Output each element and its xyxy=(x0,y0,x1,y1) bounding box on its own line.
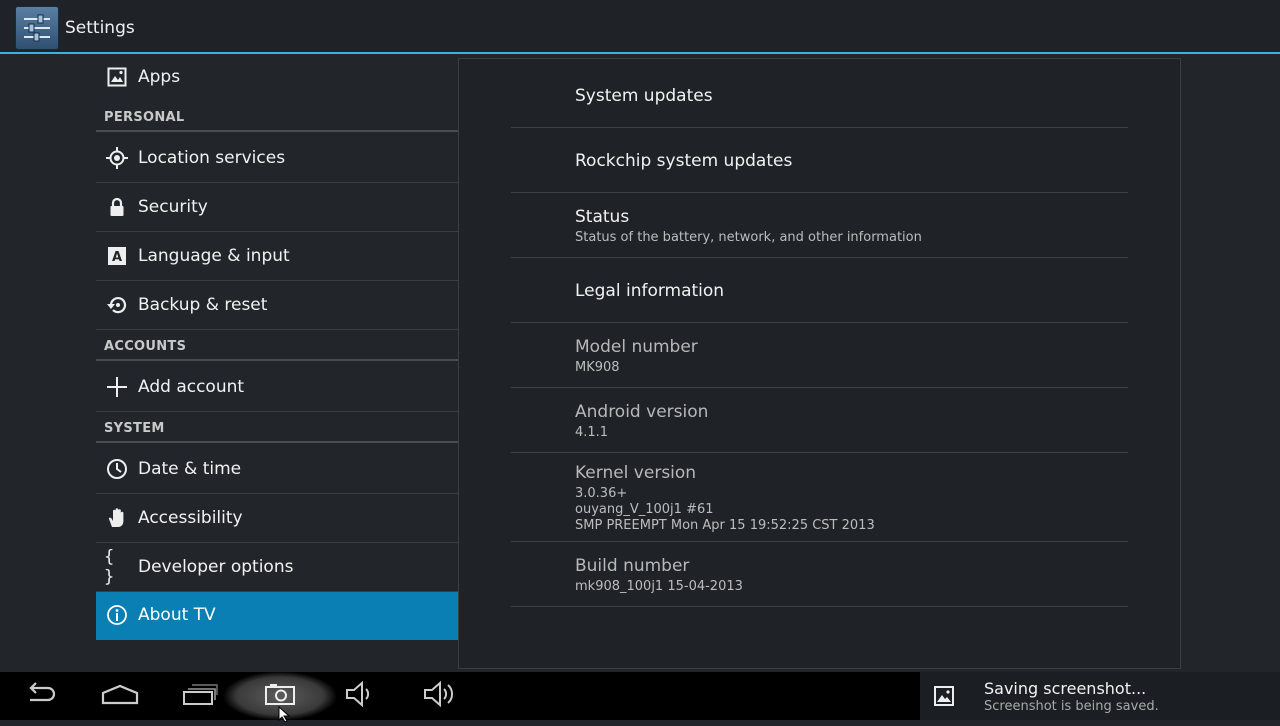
pref-title: Build number xyxy=(575,556,690,576)
sidebar-item-label: Developer options xyxy=(138,557,294,577)
volume-down-icon xyxy=(344,680,376,712)
sidebar-item-label: Date & time xyxy=(138,459,242,479)
volume-up-icon xyxy=(422,680,458,712)
clock-icon xyxy=(106,458,128,480)
info-icon xyxy=(106,604,128,626)
sidebar-item-developer-options[interactable]: { } Developer options xyxy=(96,544,458,592)
sidebar-item-date-time[interactable]: Date & time xyxy=(96,446,458,494)
sidebar-item-label: Language & input xyxy=(138,246,290,266)
screenshot-notification[interactable]: Saving screenshot... Screenshot is being… xyxy=(920,672,1280,720)
sidebar-item-location-services[interactable]: Location services xyxy=(96,135,458,183)
sidebar-item-security[interactable]: Security xyxy=(96,184,458,232)
svg-text:A: A xyxy=(112,250,122,265)
pref-kernel-version: Kernel version 3.0.36+ ouyang_V_100j1 #6… xyxy=(511,453,1128,542)
pref-title: System updates xyxy=(575,86,713,106)
settings-sliders-icon[interactable] xyxy=(15,6,59,50)
sidebar-item-label: Apps xyxy=(138,67,181,87)
page-title: Settings xyxy=(65,18,135,38)
pref-build-number[interactable]: Build number mk908_100j1 15-04-2013 xyxy=(511,542,1128,607)
section-header-accounts: ACCOUNTS xyxy=(96,336,458,361)
pref-rockchip-system-updates[interactable]: Rockchip system updates xyxy=(511,128,1128,193)
sidebar-item-backup-reset[interactable]: Backup & reset xyxy=(96,282,458,330)
pref-system-updates[interactable]: System updates xyxy=(511,63,1128,128)
pref-title: Rockchip system updates xyxy=(575,151,793,171)
back-button[interactable] xyxy=(10,672,70,720)
pref-title: Model number xyxy=(575,337,698,357)
volume-down-button[interactable] xyxy=(330,672,390,720)
pref-summary-line: ouyang_V_100j1 #61 xyxy=(575,502,714,517)
pref-summary-line: SMP PREEMPT Mon Apr 15 19:52:25 CST 2013 xyxy=(575,518,875,533)
pref-android-version[interactable]: Android version 4.1.1 xyxy=(511,388,1128,453)
pref-status[interactable]: Status Status of the battery, network, a… xyxy=(511,193,1128,258)
sidebar-item-apps[interactable]: Apps xyxy=(96,54,458,100)
recent-apps-button[interactable] xyxy=(170,672,230,720)
section-header-personal: PERSONAL xyxy=(96,107,458,132)
notification-text: Screenshot is being saved. xyxy=(984,699,1159,714)
sidebar-item-label: Security xyxy=(138,197,208,217)
recent-apps-icon xyxy=(182,683,218,709)
language-icon: A xyxy=(106,245,128,267)
home-icon xyxy=(100,683,140,709)
back-icon xyxy=(22,682,58,710)
sidebar-item-language-input[interactable]: A Language & input xyxy=(96,233,458,281)
pref-title: Android version xyxy=(575,402,709,422)
plus-icon xyxy=(106,376,128,398)
sidebar-item-accessibility[interactable]: Accessibility xyxy=(96,495,458,543)
notification-title: Saving screenshot... xyxy=(984,679,1147,698)
pref-title: Kernel version xyxy=(575,463,697,483)
apps-icon xyxy=(106,66,128,88)
pref-summary: 4.1.1 xyxy=(575,425,609,440)
lock-icon xyxy=(106,196,128,218)
home-button[interactable] xyxy=(90,672,150,720)
section-header-system: SYSTEM xyxy=(96,418,458,443)
volume-up-button[interactable] xyxy=(410,672,470,720)
pref-summary: MK908 xyxy=(575,360,620,375)
pref-summary: Status of the battery, network, and othe… xyxy=(575,230,922,245)
mouse-cursor-icon xyxy=(278,705,292,726)
sidebar-item-label: Backup & reset xyxy=(138,295,268,315)
pref-model-number: Model number MK908 xyxy=(511,323,1128,388)
image-icon xyxy=(933,685,955,707)
pref-summary: mk908_100j1 15-04-2013 xyxy=(575,579,743,594)
sidebar-item-label: Add account xyxy=(138,377,245,397)
sidebar-item-label: Location services xyxy=(138,148,286,168)
pref-title: Legal information xyxy=(575,281,725,301)
pref-title: Status xyxy=(575,207,630,227)
pref-legal-information[interactable]: Legal information xyxy=(511,258,1128,323)
hand-icon xyxy=(106,507,128,529)
braces-icon: { } xyxy=(104,547,115,587)
sidebar-item-label: Accessibility xyxy=(138,508,243,528)
location-icon xyxy=(106,147,128,169)
pref-summary-line: 3.0.36+ xyxy=(575,486,628,501)
backup-icon xyxy=(106,294,128,316)
sidebar-item-add-account[interactable]: Add account xyxy=(96,364,458,412)
sidebar-item-label: About TV xyxy=(138,605,216,625)
action-bar: Settings xyxy=(0,0,1280,54)
sidebar-item-about-tv[interactable]: About TV xyxy=(96,592,458,640)
